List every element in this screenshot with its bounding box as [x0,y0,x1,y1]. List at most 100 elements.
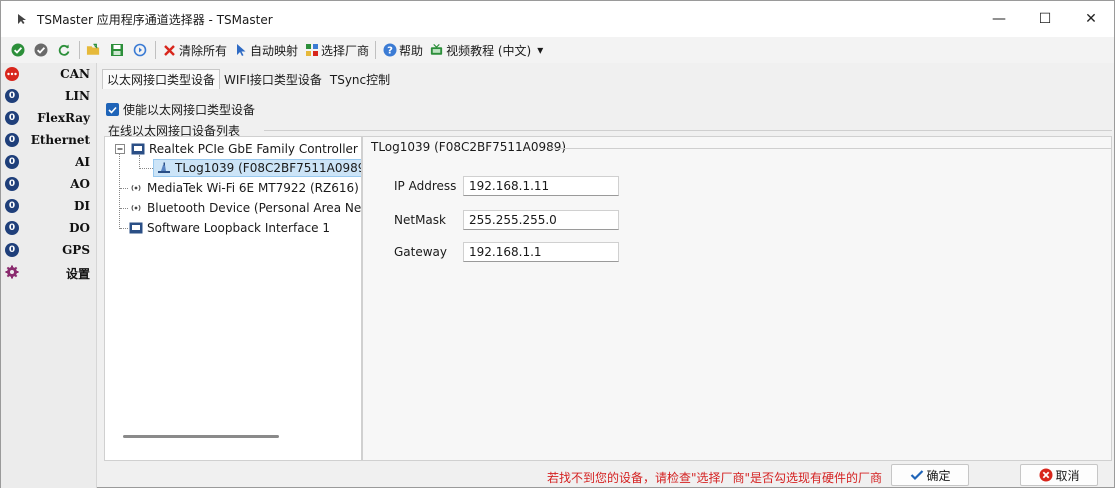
sidebar-item-di[interactable]: 0 DI [1,195,96,217]
tree-node-tlog1039[interactable]: TLog1039 (F08C2BF7511A0989) [153,159,362,177]
toolbar-dropdown-button[interactable]: ▾ [534,39,546,61]
sidebar-item-lin[interactable]: 0 LIN [1,85,96,107]
tree-node-realtek[interactable]: Realtek PCIe GbE Family Controller [113,140,358,158]
save-icon [109,43,124,58]
sidebar-item-settings[interactable]: 设置 [1,261,96,283]
app-window: TSMaster 应用程序通道选择器 - TSMaster — ☐ ✕ 清除所有… [0,0,1115,488]
minimize-button[interactable]: — [976,1,1022,37]
gear-icon [5,265,19,279]
tree-connector [119,153,120,229]
device-tree[interactable]: Realtek PCIe GbE Family Controller TLog1… [104,136,362,461]
network-adapter-icon [129,222,143,234]
tree-node-label: TLog1039 (F08C2BF7511A0989) [175,161,362,175]
netmask-label: NetMask [394,213,446,227]
count-badge: 0 [5,177,19,191]
sidebar-item-ai[interactable]: 0 AI [1,151,96,173]
verify-button[interactable] [30,39,53,61]
reload-button[interactable] [129,39,152,61]
save-button[interactable] [106,39,129,61]
tab-tsync-control[interactable]: TSync控制 [326,69,394,89]
select-vendor-button[interactable]: 选择厂商 [301,39,372,61]
ok-button[interactable]: 确定 [891,464,969,486]
count-badge: 0 [5,221,19,235]
device-detail-panel: TLog1039 (F08C2BF7511A0989) IP Address 1… [362,136,1112,461]
clear-all-button[interactable]: 清除所有 [159,39,230,61]
toolbar-separator [79,41,80,59]
tree-node-bluetooth[interactable]: Bluetooth Device (Personal Area Networ [129,199,361,217]
tree-node-loopback[interactable]: Software Loopback Interface 1 [129,219,330,237]
select-vendor-label: 选择厂商 [321,43,370,58]
sidebar-item-ethernet[interactable]: 0 Ethernet [1,129,96,151]
clear-all-label: 清除所有 [179,43,228,58]
auto-map-button[interactable]: 自动映射 [230,39,301,61]
enable-ethernet-label: 使能以太网接口类型设备 [123,103,256,117]
gateway-label: Gateway [394,245,448,259]
network-adapter-icon [131,143,145,155]
footer-bar: 若找不到您的设备，请检查"选择厂商"是否勾选现有硬件的厂商 确定 取消 [98,461,1114,488]
bus-type-sidebar: CAN 0 LIN 0 FlexRay 0 Ethernet 0 AI 0 AO… [1,63,97,488]
collapse-icon[interactable] [113,143,127,155]
chevron-down-icon: ▾ [537,43,544,57]
horizontal-scrollbar[interactable] [123,435,279,438]
video-tutorial-button[interactable]: 视频教程 (中文) [426,39,534,61]
count-badge: 0 [5,111,19,125]
cancel-label: 取消 [1055,468,1080,483]
sidebar-item-can[interactable]: CAN [1,63,96,85]
checkmark-icon [909,468,924,483]
folder-open-icon [86,43,101,58]
sidebar-item-label: AO [70,177,90,191]
toolbar: 清除所有 自动映射 选择厂商 ? 帮助 视频教程 (中文) ▾ [1,37,1114,63]
tree-node-mediatek[interactable]: MediaTek Wi-Fi 6E MT7922 (RZ616) 160 [129,179,361,197]
title-bar: TSMaster 应用程序通道选择器 - TSMaster — ☐ ✕ [1,1,1114,37]
sidebar-item-label: CAN [60,67,90,81]
ip-address-field[interactable]: 192.168.1.11 [463,176,619,196]
open-button[interactable] [83,39,106,61]
gateway-field[interactable]: 192.168.1.1 [463,242,619,262]
ok-label: 确定 [926,468,951,483]
enable-ethernet-checkbox[interactable] [106,103,119,116]
sidebar-item-label: DI [73,199,90,213]
count-badge: 0 [5,155,19,169]
check-circle-gray-icon [33,43,48,58]
tree-connector [120,228,128,229]
refresh-icon [56,43,71,58]
wireless-icon [129,202,143,214]
tab-wifi-devices[interactable]: WIFI接口类型设备 [220,69,326,89]
circular-arrow-icon [132,43,147,58]
help-button[interactable]: ? 帮助 [379,39,426,61]
count-badge: 0 [5,89,19,103]
main-panel: 以太网接口类型设备 WIFI接口类型设备 TSync控制 使能以太网接口类型设备… [98,63,1114,461]
svg-text:?: ? [387,46,393,57]
detail-title: TLog1039 (F08C2BF7511A0989) [371,140,567,154]
toolbar-separator [375,41,377,59]
sidebar-item-label: GPS [62,243,90,257]
apply-button[interactable] [7,39,30,61]
enable-ethernet-row[interactable]: 使能以太网接口类型设备 [106,101,255,118]
device-icon [157,162,171,174]
maximize-button[interactable]: ☐ [1022,1,1068,37]
tree-connector [120,188,128,189]
sidebar-item-label: FlexRay [37,111,90,125]
sidebar-item-label: LIN [64,89,90,103]
sidebar-item-gps[interactable]: 0 GPS [1,239,96,261]
count-badge: 0 [5,243,19,257]
help-label: 帮助 [399,43,424,58]
refresh-button[interactable] [53,39,76,61]
tree-node-label: Realtek PCIe GbE Family Controller [149,142,358,156]
wireless-icon [129,182,143,194]
divider [549,148,1111,149]
sidebar-item-flexray[interactable]: 0 FlexRay [1,107,96,129]
sidebar-item-label: DO [69,221,90,235]
tab-ethernet-devices[interactable]: 以太网接口类型设备 [102,69,221,89]
vendor-hint-text: 若找不到您的设备，请检查"选择厂商"是否勾选现有硬件的厂商 [546,471,882,485]
sidebar-item-label: Ethernet [30,133,90,147]
sidebar-item-label: 设置 [65,267,90,281]
netmask-field[interactable]: 255.255.255.0 [463,210,619,230]
sidebar-item-ao[interactable]: 0 AO [1,173,96,195]
ip-address-label: IP Address [394,179,457,193]
sidebar-item-do[interactable]: 0 DO [1,217,96,239]
video-tutorial-icon [429,43,444,58]
close-button[interactable]: ✕ [1068,1,1114,37]
tree-node-label: Software Loopback Interface 1 [147,221,330,235]
cancel-button[interactable]: 取消 [1020,464,1098,486]
